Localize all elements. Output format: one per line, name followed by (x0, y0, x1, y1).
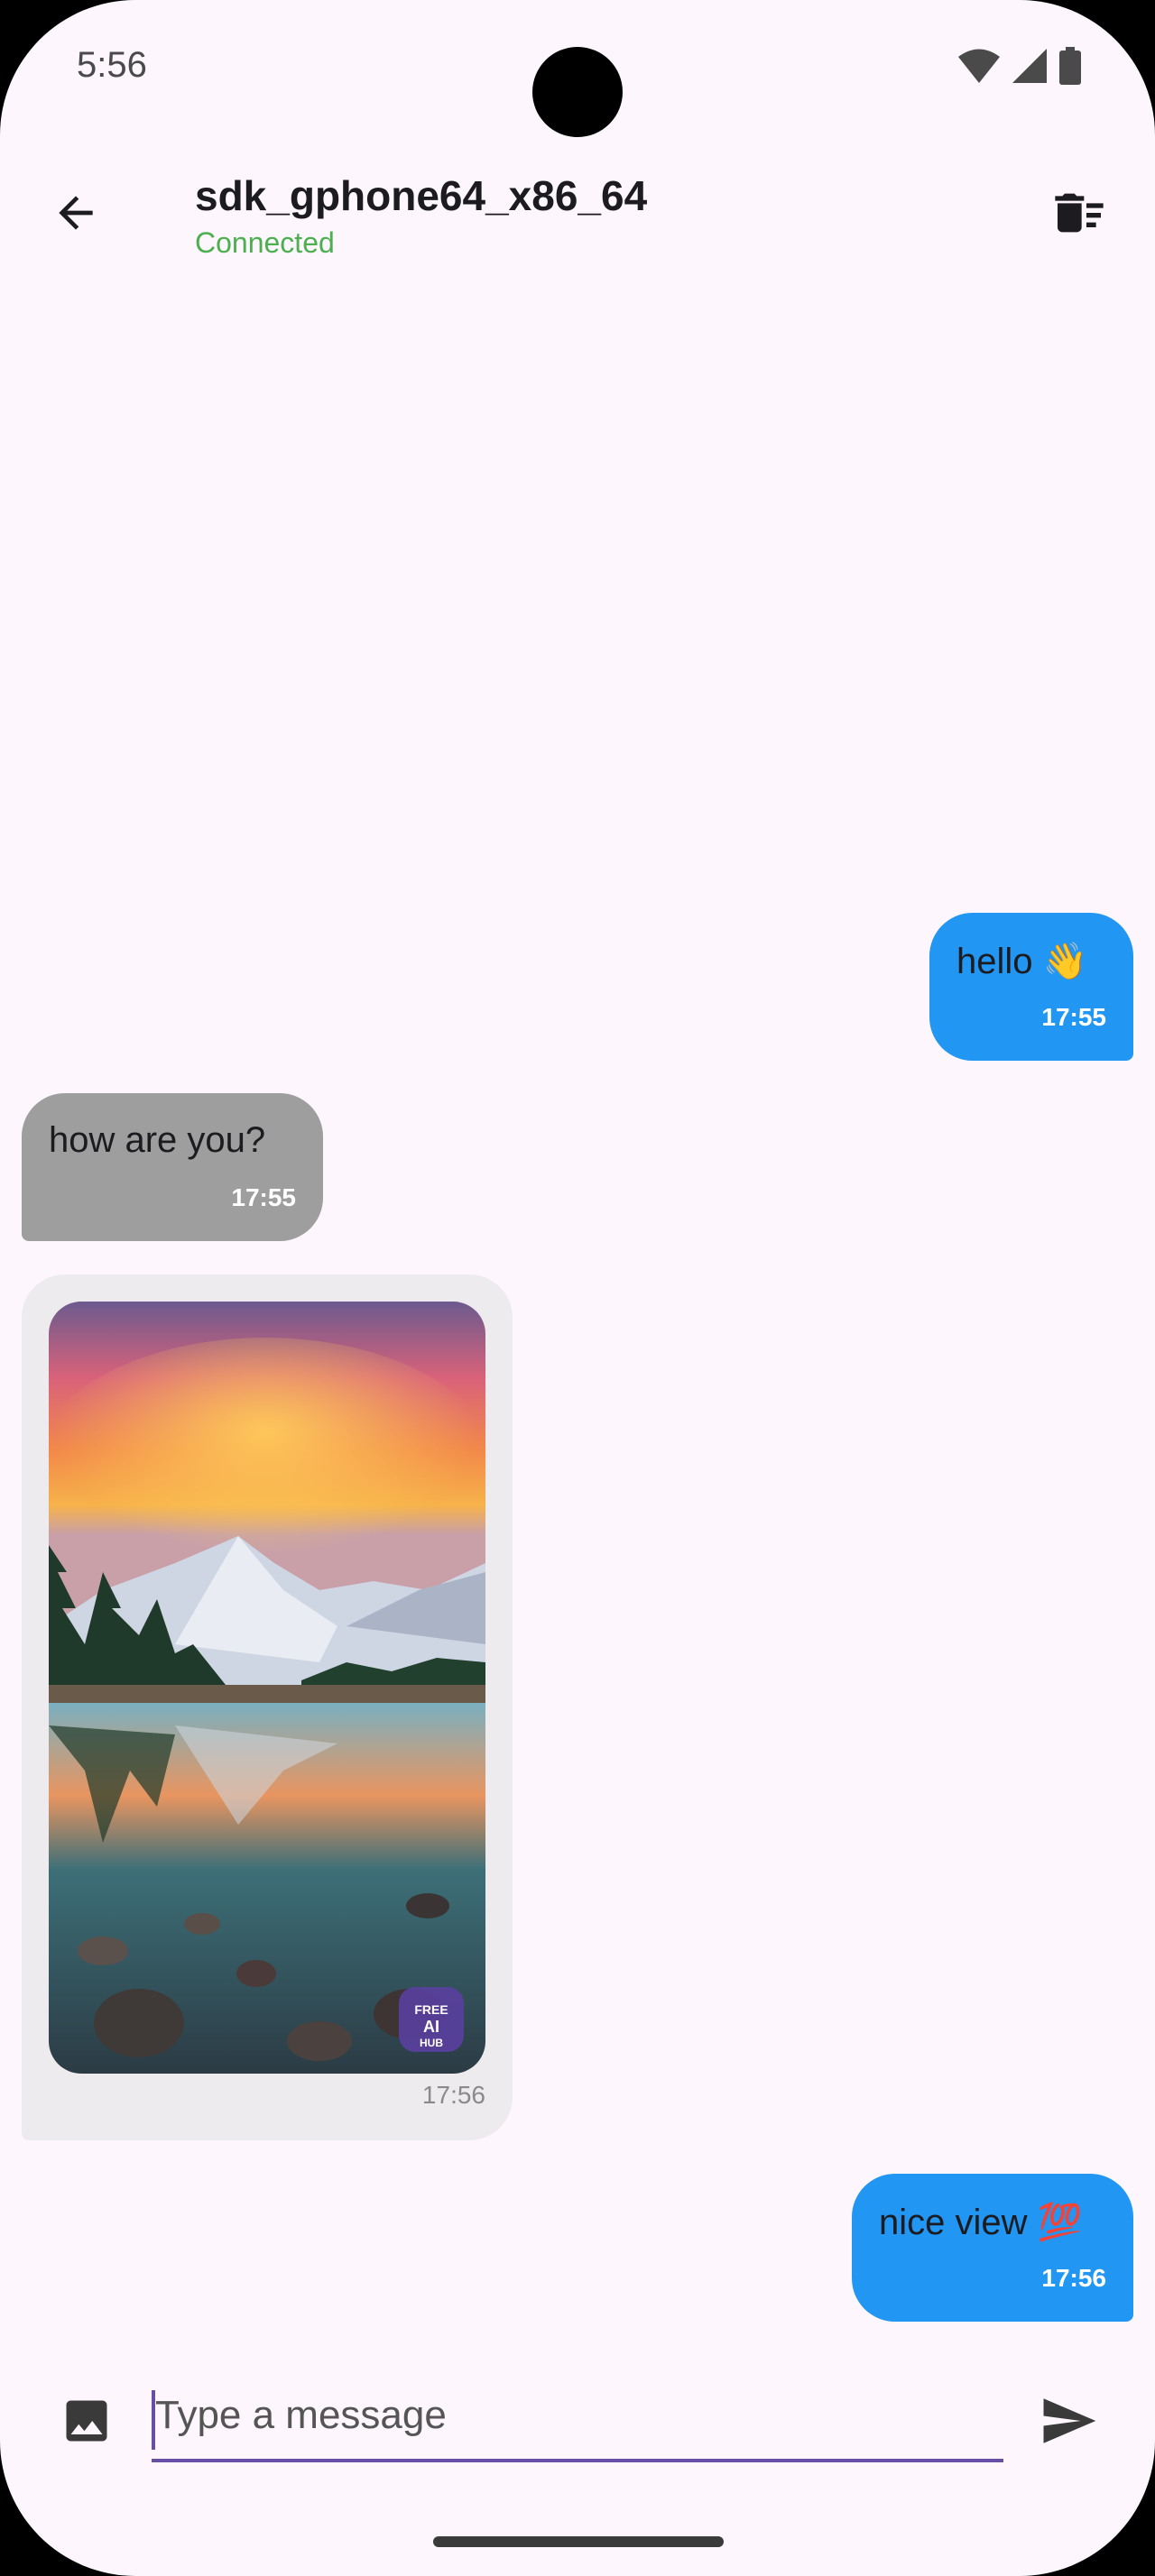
photo-illustration: FREE AI HUB (49, 1302, 485, 2074)
app-bar: sdk_gphone64_x86_64 Connected (0, 153, 1155, 280)
message-bubble-sent[interactable]: nice view 💯 17:56 (852, 2174, 1133, 2322)
home-indicator[interactable] (433, 2536, 724, 2547)
attach-image-button[interactable] (47, 2381, 126, 2461)
message-text: how are you? (49, 1120, 266, 1160)
message-time: 17:56 (421, 2081, 485, 2109)
delete-sweep-icon (1055, 193, 1104, 233)
status-bar: 5:56 (0, 0, 1155, 137)
connection-status: Connected (195, 225, 335, 259)
svg-text:HUB: HUB (420, 2037, 443, 2049)
svg-text:AI: AI (423, 2018, 439, 2036)
phone-screen: 5:56 sdk_gphone64_x86_64 Connected hello… (0, 0, 1155, 2576)
back-button[interactable] (36, 173, 116, 253)
message-bubble-image[interactable]: FREE AI HUB 17:56 (22, 1274, 513, 2140)
signal-icon (1012, 49, 1047, 83)
message-time: 17:56 (1041, 2264, 1106, 2292)
arrow-back-icon (59, 196, 93, 230)
title-block: sdk_gphone64_x86_64 Connected (195, 173, 647, 260)
message-text: nice view 💯 (879, 2203, 1083, 2242)
wifi-icon (958, 49, 1000, 83)
status-icons (958, 47, 1081, 85)
mountain-lake-sunset-photo[interactable]: FREE AI HUB (49, 1302, 485, 2074)
camera-cutout (532, 47, 623, 137)
text-caret (152, 2390, 155, 2450)
message-input[interactable] (152, 2372, 1003, 2462)
clear-chat-button[interactable] (1040, 173, 1119, 253)
image-icon (66, 2400, 107, 2442)
send-button[interactable] (1029, 2381, 1108, 2461)
svg-text:FREE: FREE (414, 2002, 448, 2017)
send-icon (1043, 2398, 1096, 2443)
message-bubble-sent[interactable]: hello 👋 17:55 (929, 913, 1133, 1061)
composer-bar (0, 2363, 1155, 2489)
message-time: 17:55 (231, 1183, 296, 1211)
message-bubble-received[interactable]: how are you? 17:55 (22, 1093, 323, 1241)
message-time: 17:55 (1041, 1003, 1106, 1031)
status-time: 5:56 (77, 45, 147, 85)
device-title: sdk_gphone64_x86_64 (195, 172, 648, 219)
message-text: hello 👋 (956, 942, 1088, 981)
battery-icon (1059, 47, 1081, 85)
